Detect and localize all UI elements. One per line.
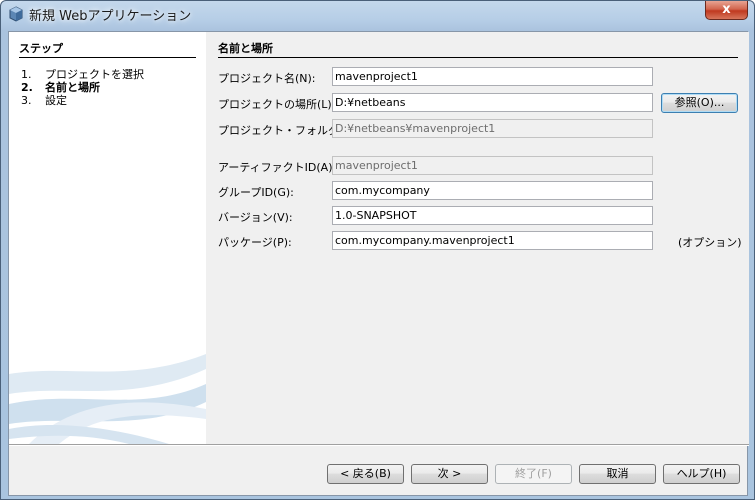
project-location-input[interactable] (332, 93, 653, 112)
title-bar[interactable]: 新規 Webアプリケーション x (1, 1, 754, 27)
finish-button: 終了(F) (495, 464, 572, 484)
netbeans-cube-icon (9, 6, 23, 22)
artifact-id-label: アーティファクトID(A): (218, 161, 337, 174)
wizard-window: 新規 Webアプリケーション x ステップ 1. プロジェクトを選択 2. 名前と場… (0, 0, 755, 500)
steps-panel: ステップ 1. プロジェクトを選択 2. 名前と場所 3. 設定 (9, 32, 206, 444)
version-input[interactable] (332, 206, 653, 225)
artifact-id-input (332, 156, 653, 175)
dialog-body: ステップ 1. プロジェクトを選択 2. 名前と場所 3. 設定 名前と場所 プロジェ… (8, 31, 749, 496)
group-id-label: グループID(G): (218, 186, 294, 199)
package-label: パッケージ(P): (218, 236, 292, 249)
decorative-swoosh-graphic (9, 354, 206, 444)
next-button[interactable]: 次 > (411, 464, 488, 484)
help-button[interactable]: ヘルプ(H) (663, 464, 740, 484)
optional-note: (オプション) (678, 236, 742, 249)
footer-separator (9, 444, 749, 446)
step-number: 3. (21, 94, 32, 107)
project-location-label: プロジェクトの場所(L): (218, 98, 336, 111)
close-button[interactable]: x (705, 1, 748, 20)
step-item-settings: 3. 設定 (21, 92, 67, 108)
panel-heading: 名前と場所 (218, 40, 738, 58)
steps-heading: ステップ (19, 40, 196, 58)
browse-button[interactable]: 参照(O)... (661, 93, 738, 113)
window-title: 新規 Webアプリケーション (29, 9, 192, 24)
step-label: 設定 (45, 94, 67, 107)
cancel-button[interactable]: 取消 (579, 464, 656, 484)
name-location-panel: 名前と場所 プロジェクト名(N): プロジェクトの場所(L): 参照(O)...… (206, 32, 749, 444)
project-name-label: プロジェクト名(N): (218, 72, 316, 85)
version-label: バージョン(V): (218, 211, 293, 224)
project-name-input[interactable] (332, 67, 653, 86)
back-button[interactable]: < 戻る(B) (327, 464, 404, 484)
project-folder-input (332, 119, 653, 138)
group-id-input[interactable] (332, 181, 653, 200)
package-input[interactable] (332, 231, 653, 250)
